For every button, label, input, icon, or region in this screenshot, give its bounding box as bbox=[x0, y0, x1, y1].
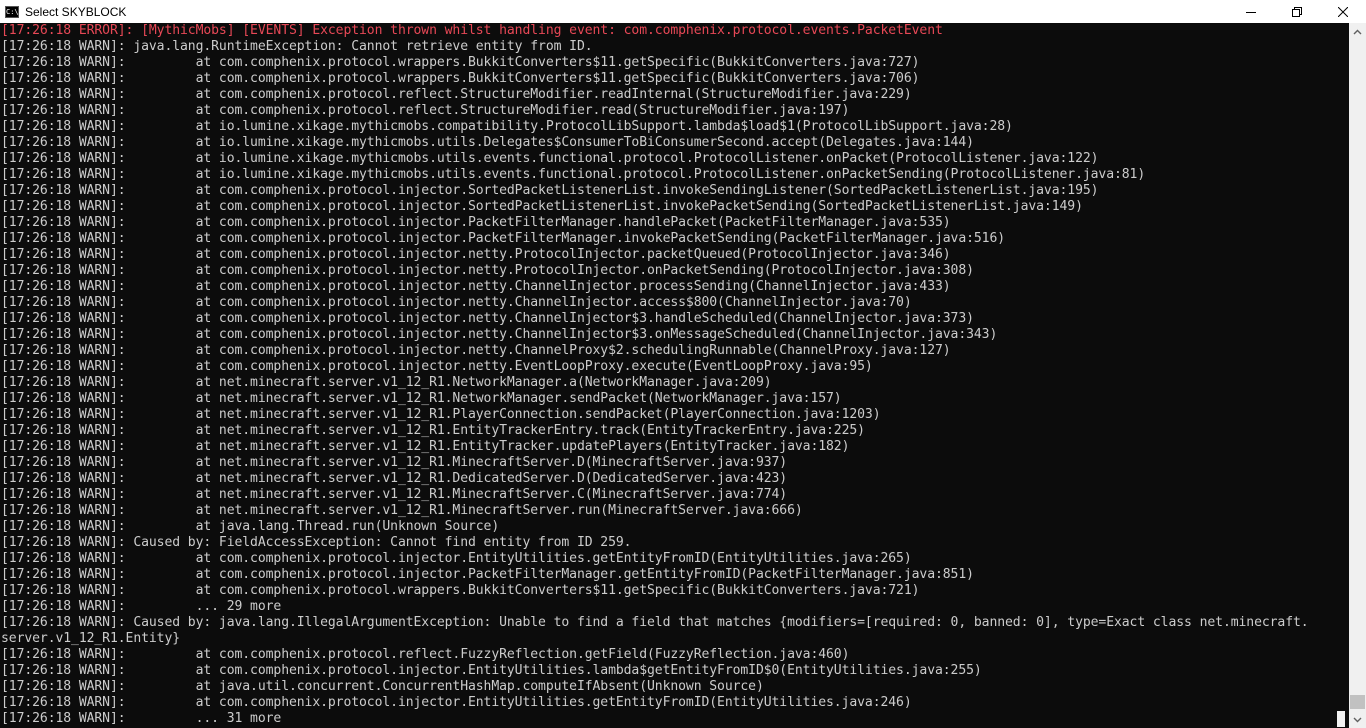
console-line: [17:26:18 WARN]: at io.lumine.xikage.myt… bbox=[1, 119, 1013, 134]
console-line: [17:26:18 WARN]: at net.minecraft.server… bbox=[1, 455, 788, 470]
chevron-down-icon bbox=[1353, 717, 1362, 722]
console-line: [17:26:18 WARN]: at com.comphenix.protoc… bbox=[1, 567, 974, 582]
console-line: [17:26:18 WARN]: ... 31 more bbox=[1, 711, 282, 726]
close-icon bbox=[1338, 6, 1348, 17]
minimize-button[interactable] bbox=[1228, 0, 1274, 23]
console-line: [17:26:18 WARN]: at com.comphenix.protoc… bbox=[1, 663, 982, 678]
console-line: [17:26:18 WARN]: at com.comphenix.protoc… bbox=[1, 247, 951, 262]
scrollbar-thumb[interactable] bbox=[1350, 695, 1365, 709]
close-button[interactable] bbox=[1320, 0, 1366, 23]
scroll-up-button[interactable] bbox=[1349, 23, 1366, 40]
console-line: [17:26:18 WARN]: at com.comphenix.protoc… bbox=[1, 103, 850, 118]
console-line: [17:26:18 WARN]: ... 29 more bbox=[1, 599, 282, 614]
console-line-error: [17:26:18 ERROR]: [MythicMobs] [EVENTS] … bbox=[1, 23, 943, 38]
title-bar[interactable]: C:\ Select SKYBLOCK bbox=[0, 0, 1366, 23]
console-line: [17:26:18 WARN]: at com.comphenix.protoc… bbox=[1, 295, 912, 310]
vertical-scrollbar[interactable] bbox=[1349, 23, 1366, 728]
console-line: [17:26:18 WARN]: Caused by: FieldAccessE… bbox=[1, 535, 632, 550]
console-line: [17:26:18 WARN]: at com.comphenix.protoc… bbox=[1, 199, 1083, 214]
console-line: [17:26:18 WARN]: at net.minecraft.server… bbox=[1, 407, 881, 422]
console-line: [17:26:18 WARN]: at net.minecraft.server… bbox=[1, 487, 788, 502]
scroll-down-button[interactable] bbox=[1349, 711, 1366, 728]
minimize-icon bbox=[1246, 11, 1256, 13]
console-line: [17:26:18 WARN]: at net.minecraft.server… bbox=[1, 423, 865, 438]
console-line: [17:26:18 WARN]: at com.comphenix.protoc… bbox=[1, 343, 951, 358]
console-line: [17:26:18 WARN]: at com.comphenix.protoc… bbox=[1, 583, 920, 598]
console-line: [17:26:18 WARN]: at java.lang.Thread.run… bbox=[1, 519, 500, 534]
console-line: server.v1_12_R1.Entity} bbox=[1, 631, 181, 646]
console-line: [17:26:18 WARN]: at com.comphenix.protoc… bbox=[1, 263, 974, 278]
console-line: [17:26:18 WARN]: at net.minecraft.server… bbox=[1, 375, 772, 390]
console-line: [17:26:18 WARN]: at com.comphenix.protoc… bbox=[1, 551, 912, 566]
console-line: [17:26:18 WARN]: at com.comphenix.protoc… bbox=[1, 647, 850, 662]
console-line: [17:26:18 WARN]: at com.comphenix.protoc… bbox=[1, 215, 951, 230]
console-line: [17:26:18 WARN]: at io.lumine.xikage.myt… bbox=[1, 151, 1099, 166]
console-line: [17:26:18 WARN]: at com.comphenix.protoc… bbox=[1, 71, 920, 86]
console-line: [17:26:18 WARN]: at io.lumine.xikage.myt… bbox=[1, 167, 1146, 182]
console-line: [17:26:18 WARN]: at com.comphenix.protoc… bbox=[1, 231, 1006, 246]
console-line: [17:26:18 WARN]: at com.comphenix.protoc… bbox=[1, 359, 873, 374]
console-line: [17:26:18 WARN]: at com.comphenix.protoc… bbox=[1, 279, 951, 294]
console-line: [17:26:18 WARN]: at com.comphenix.protoc… bbox=[1, 183, 1099, 198]
console-line: [17:26:18 WARN]: Caused by: java.lang.Il… bbox=[1, 615, 1309, 630]
console-line: [17:26:18 WARN]: at net.minecraft.server… bbox=[1, 503, 803, 518]
console-line: [17:26:18 WARN]: at com.comphenix.protoc… bbox=[1, 55, 920, 70]
console-line: [17:26:18 WARN]: at com.comphenix.protoc… bbox=[1, 311, 974, 326]
console-line: [17:26:18 WARN]: at com.comphenix.protoc… bbox=[1, 695, 912, 710]
restore-button[interactable] bbox=[1274, 0, 1320, 23]
console-line: [17:26:18 WARN]: at java.util.concurrent… bbox=[1, 679, 764, 694]
console-line: [17:26:18 WARN]: at com.comphenix.protoc… bbox=[1, 327, 998, 342]
console-line: [17:26:18 WARN]: at io.lumine.xikage.myt… bbox=[1, 135, 974, 150]
console-line: [17:26:18 WARN]: at net.minecraft.server… bbox=[1, 391, 842, 406]
console-line: [17:26:18 WARN]: at net.minecraft.server… bbox=[1, 439, 850, 454]
console-output[interactable]: [17:26:18 ERROR]: [MythicMobs] [EVENTS] … bbox=[0, 23, 1349, 728]
console-line: [17:26:18 WARN]: at net.minecraft.server… bbox=[1, 471, 788, 486]
window-title: Select SKYBLOCK bbox=[25, 4, 127, 19]
cmd-icon: C:\ bbox=[5, 5, 19, 18]
console-line: [17:26:18 WARN]: java.lang.RuntimeExcept… bbox=[1, 39, 593, 54]
chevron-up-icon bbox=[1353, 29, 1362, 34]
text-cursor bbox=[1337, 711, 1345, 727]
restore-icon bbox=[1292, 6, 1302, 17]
console-line: [17:26:18 WARN]: at com.comphenix.protoc… bbox=[1, 87, 912, 102]
